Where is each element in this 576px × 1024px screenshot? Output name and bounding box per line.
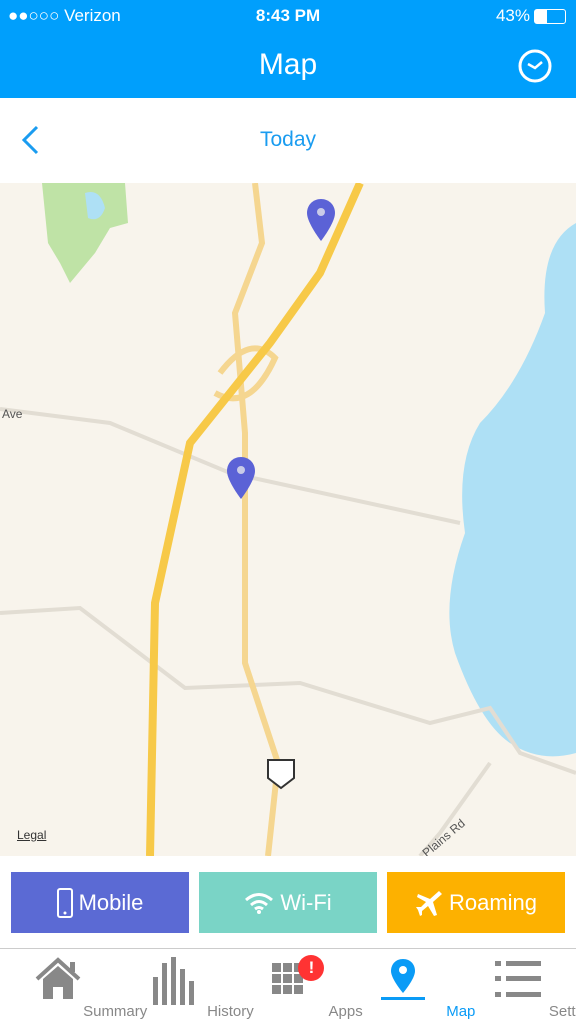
mobile-label: Mobile: [78, 889, 144, 915]
battery-percent: 43%: [495, 6, 530, 25]
map-pin-icon[interactable]: [227, 457, 255, 499]
tab-label: Settings: [548, 1003, 576, 1020]
battery-icon: [534, 9, 566, 24]
wifi-button[interactable]: Wi-Fi: [199, 872, 377, 933]
tab-summary[interactable]: Summary: [0, 949, 147, 1024]
tab-bar: Summary History ! Apps Map Settings: [0, 948, 576, 1024]
mobile-button[interactable]: Mobile: [11, 872, 189, 933]
wifi-icon: [245, 892, 274, 914]
clock-icon[interactable]: [518, 49, 552, 83]
tab-apps[interactable]: ! Apps: [230, 949, 363, 1024]
time: 8:43 PM: [255, 6, 321, 25]
map-pin-icon[interactable]: [307, 199, 335, 241]
airplane-icon: [415, 890, 442, 916]
wifi-label: Wi-Fi: [280, 889, 332, 915]
filter-buttons: Mobile Wi-Fi Roaming: [11, 872, 565, 933]
park: [42, 183, 128, 283]
home-icon: [35, 957, 80, 999]
phone-icon: [56, 887, 73, 918]
notification-badge: !: [298, 955, 325, 981]
tab-history[interactable]: History: [115, 949, 254, 1024]
page-title: Map: [258, 48, 318, 81]
roaming-label: Roaming: [448, 889, 538, 915]
list-icon: [495, 961, 542, 997]
legal-link[interactable]: Legal: [17, 828, 46, 842]
roaming-button[interactable]: Roaming: [387, 872, 565, 933]
map-canvas: [0, 183, 576, 856]
map-pin-icon: [381, 959, 426, 1000]
map-view[interactable]: Ave Legal Plains Rd: [0, 183, 576, 856]
status-bar: ●●○○○ Verizon 8:43 PM 43%: [0, 0, 576, 34]
date-label: Today: [259, 128, 317, 151]
bar-chart-icon: [152, 957, 194, 1005]
tab-map[interactable]: Map: [346, 949, 475, 1024]
lake: [449, 223, 576, 757]
date-bar: Today: [0, 98, 576, 183]
nav-bar: Map: [0, 34, 576, 98]
tab-settings[interactable]: Settings: [461, 949, 576, 1024]
highway-shield-icon: [267, 759, 295, 790]
street-label: Ave: [2, 407, 23, 421]
